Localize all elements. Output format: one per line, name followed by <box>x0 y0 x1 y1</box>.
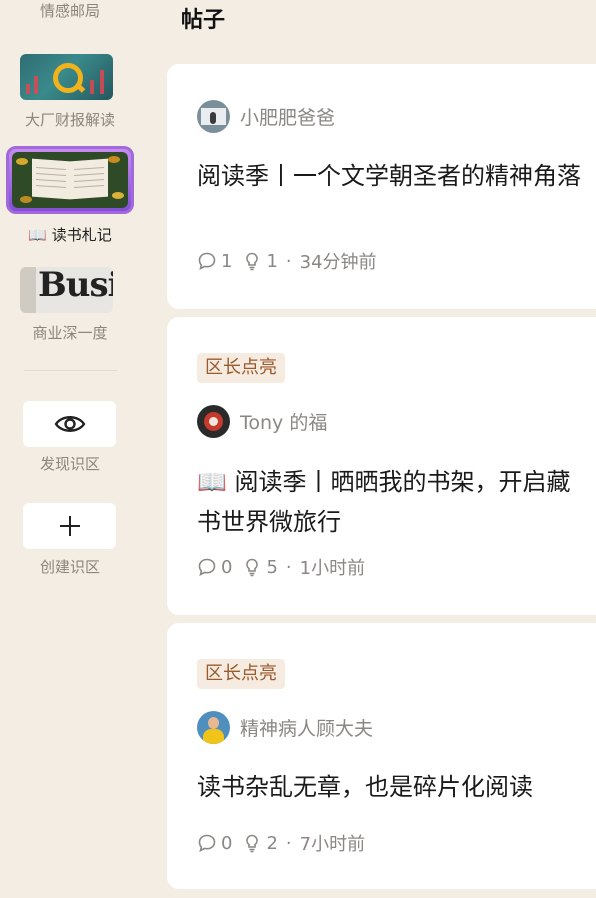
sidebar-thumb-business[interactable]: Busi <box>20 267 113 313</box>
book-emoji-icon: 📖 <box>197 468 227 496</box>
sidebar-thumb-reading-notes-selected[interactable] <box>6 146 134 214</box>
newspaper-image-text: Busi <box>38 267 113 305</box>
lightbulb-icon <box>246 558 259 577</box>
comment-count: 1 <box>221 250 233 272</box>
moderator-highlight-badge: 区长点亮 <box>197 353 285 383</box>
like-count: 2 <box>266 832 278 854</box>
lightbulb-icon <box>246 834 259 853</box>
comment-count: 0 <box>221 832 233 854</box>
comment-icon <box>198 834 216 853</box>
sidebar-divider <box>24 370 117 371</box>
moderator-highlight-badge: 区长点亮 <box>197 659 285 689</box>
post-card[interactable]: 区长点亮 精神病人顾大夫 读书杂乱无章，也是碎片化阅读 0 2 · 7小时前 <box>167 623 596 889</box>
post-card[interactable]: 区长点亮 Tony 的福 📖 阅读季丨晒晒我的书架，开启藏书世界微旅行 0 5 … <box>167 317 596 615</box>
avatar <box>197 405 230 438</box>
post-title[interactable]: 阅读季丨一个文学朝圣者的精神角落 <box>197 156 582 196</box>
post-title[interactable]: 📖 阅读季丨晒晒我的书架，开启藏书世界微旅行 <box>197 462 582 542</box>
post-author[interactable]: 精神病人顾大夫 <box>197 711 373 744</box>
discover-button[interactable] <box>23 401 116 447</box>
sidebar-item-label[interactable]: 大厂财报解读 <box>0 109 140 130</box>
comment-icon <box>198 252 216 271</box>
sidebar-item-label[interactable]: 发现识区 <box>0 453 140 474</box>
author-name: 精神病人顾大夫 <box>240 718 374 740</box>
page-title: 帖子 <box>181 8 226 33</box>
post-meta: 0 5 · 1小时前 <box>197 554 365 580</box>
author-name: Tony 的福 <box>240 412 328 434</box>
post-meta: 1 1 · 34分钟前 <box>197 248 377 274</box>
like-count: 1 <box>266 250 278 272</box>
avatar <box>197 100 230 133</box>
author-name: 小肥肥爸爸 <box>240 107 336 129</box>
like-count: 5 <box>266 556 278 578</box>
post-title[interactable]: 读书杂乱无章，也是碎片化阅读 <box>197 767 582 807</box>
sidebar-thumb-finance-reports[interactable] <box>20 54 113 100</box>
sidebar-item-label[interactable]: 情感邮局 <box>0 0 140 21</box>
plus-icon <box>59 516 80 536</box>
sidebar-item-label[interactable]: 📖 读书札记 <box>0 224 140 245</box>
magnifier-icon <box>53 63 83 93</box>
comment-count: 0 <box>221 556 233 578</box>
lightbulb-icon <box>246 252 259 271</box>
sidebar-item-label[interactable]: 商业深一度 <box>0 322 140 343</box>
create-button[interactable] <box>23 503 116 549</box>
avatar <box>197 711 230 744</box>
post-meta: 0 2 · 7小时前 <box>197 830 365 856</box>
post-time: 1小时前 <box>299 558 366 579</box>
post-card[interactable]: 小肥肥爸爸 阅读季丨一个文学朝圣者的精神角落 1 1 · 34分钟前 <box>167 64 596 309</box>
sidebar-item-label[interactable]: 创建识区 <box>0 556 140 577</box>
eye-icon <box>54 416 85 432</box>
comment-icon <box>198 558 216 577</box>
post-author[interactable]: 小肥肥爸爸 <box>197 100 335 133</box>
post-author[interactable]: Tony 的福 <box>197 405 327 438</box>
post-time: 7小时前 <box>299 834 366 855</box>
post-time: 34分钟前 <box>299 252 377 273</box>
sidebar: 情感邮局 大厂财报解读 📖 读书札记 Busi 商业深一度 发现识区 创建识区 <box>0 0 140 898</box>
